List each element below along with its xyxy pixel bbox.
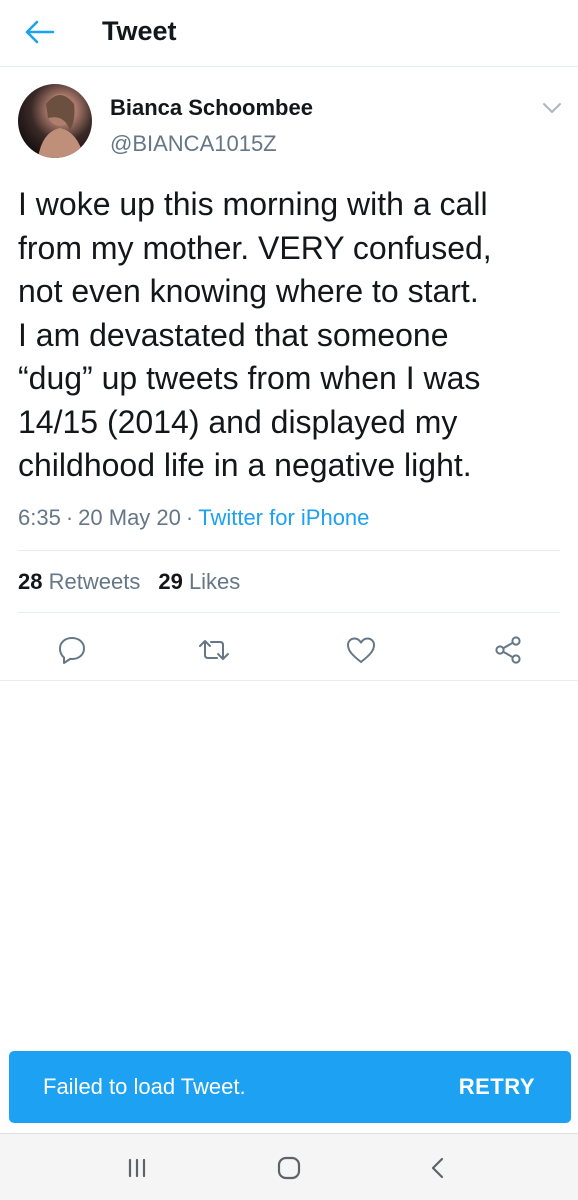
- divider: [18, 612, 560, 613]
- back-icon: [431, 1157, 444, 1179]
- retweets-stat[interactable]: 28 Retweets: [18, 569, 140, 594]
- system-navigation-bar: [0, 1133, 578, 1200]
- system-back-button[interactable]: [418, 1150, 458, 1186]
- likes-count: 29: [158, 569, 183, 594]
- tweet-text: I woke up this morning with a call from …: [18, 186, 492, 483]
- meta-separator: ·: [65, 505, 74, 530]
- heart-icon: [347, 637, 375, 663]
- retry-button[interactable]: RETRY: [459, 1073, 535, 1101]
- recent-apps-icon: [128, 1158, 146, 1178]
- retweet-button[interactable]: [194, 630, 234, 670]
- author-name[interactable]: Bianca Schoombee: [110, 94, 313, 122]
- chevron-down-icon: [543, 103, 561, 113]
- retweet-icon: [199, 640, 229, 660]
- reply-icon: [59, 637, 85, 664]
- arrow-left-icon: [25, 20, 55, 44]
- back-button[interactable]: [18, 12, 62, 52]
- tweet-time: 6:35: [18, 505, 61, 530]
- share-icon: [495, 636, 521, 664]
- avatar-image: [38, 94, 84, 158]
- reply-button[interactable]: [52, 630, 92, 670]
- page-title: Tweet: [102, 16, 177, 46]
- home-button[interactable]: [269, 1150, 309, 1186]
- likes-stat[interactable]: 29 Likes: [158, 569, 240, 594]
- retweets-label: Retweets: [48, 569, 141, 594]
- author-handle[interactable]: @BIANCA1015Z: [110, 130, 277, 158]
- tweet-actions: [0, 626, 578, 672]
- snackbar-message: Failed to load Tweet.: [43, 1074, 246, 1099]
- recent-apps-button[interactable]: [117, 1150, 157, 1186]
- avatar[interactable]: [18, 84, 92, 158]
- top-app-bar: Tweet: [0, 0, 578, 67]
- tweet-stats: 28 Retweets 29 Likes: [18, 567, 240, 597]
- tweet-source-link[interactable]: Twitter for iPhone: [198, 505, 369, 530]
- like-button[interactable]: [341, 630, 381, 670]
- meta-separator: ·: [185, 505, 194, 530]
- likes-label: Likes: [188, 569, 241, 594]
- divider: [18, 550, 560, 551]
- share-button[interactable]: [488, 630, 528, 670]
- error-snackbar: Failed to load Tweet. RETRY: [9, 1051, 571, 1123]
- tweet-meta: 6:35 · 20 May 20 · Twitter for iPhone: [18, 503, 369, 533]
- tweet-date: 20 May 20: [78, 505, 181, 530]
- home-icon: [277, 1156, 301, 1180]
- tweet-menu-button[interactable]: [538, 96, 566, 120]
- retweets-count: 28: [18, 569, 43, 594]
- divider: [0, 680, 578, 681]
- screen: Tweet Bianca Schoombee @BIANCA1015Z I wo…: [0, 0, 578, 1200]
